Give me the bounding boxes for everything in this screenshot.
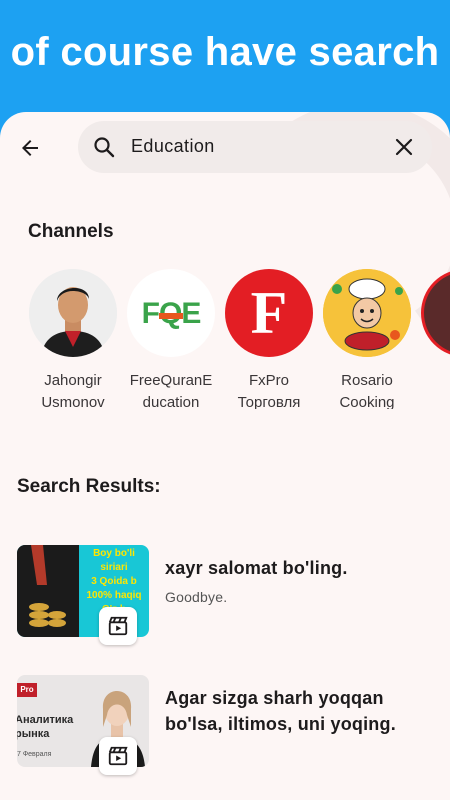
- channel-item[interactable]: FQE FreeQuranE ducation: [125, 269, 217, 409]
- video-clip-icon: [108, 746, 128, 766]
- video-type-badge: [99, 607, 137, 645]
- fxpro-logo: F: [250, 280, 288, 346]
- channel-name: Jahongir Usmonov: [41, 372, 105, 409]
- search-results-heading: Search Results:: [17, 476, 161, 497]
- chef-cartoon-image: [323, 269, 411, 357]
- channel-avatar: F: [225, 269, 313, 357]
- channel-name: Rosario Cooking: [339, 372, 395, 409]
- search-result-item[interactable]: Boy bo'li siriari 3 Qoida b 100% haqiq O…: [17, 545, 437, 645]
- arrow-left-icon: [22, 140, 38, 156]
- channel-name: FreeQuranE ducation: [129, 372, 213, 409]
- channel-avatar: [29, 269, 117, 357]
- promo-banner: of course have search: [0, 0, 450, 115]
- channel-item[interactable]: [419, 269, 450, 357]
- channel-item[interactable]: Rosario Cooking: [321, 269, 413, 409]
- channels-list: Jahongir Usmonov FQE FreeQuranE ducation…: [27, 269, 450, 409]
- channel-avatar: [421, 269, 450, 357]
- video-clip-icon: [108, 616, 128, 636]
- channel-avatar: FQE: [127, 269, 215, 357]
- channel-name: FxPro Торговля: [237, 372, 301, 409]
- banner-title: of course have search: [10, 30, 440, 74]
- channel-item[interactable]: Jahongir Usmonov: [27, 269, 119, 409]
- video-type-badge: [99, 737, 137, 775]
- search-bar[interactable]: Education: [78, 121, 432, 173]
- back-button[interactable]: [14, 132, 46, 164]
- channels-heading: Channels: [28, 221, 114, 242]
- person-avatar-image: [29, 269, 117, 357]
- search-result-item[interactable]: Pro Аналитика рынка 7 Февраля Agar sizga…: [17, 675, 437, 775]
- close-icon[interactable]: [392, 135, 416, 159]
- result-subtitle: Goodbye.: [165, 589, 228, 605]
- channel-avatar: [323, 269, 411, 357]
- result-title: Agar sizga sharh yoqqan bo'lsa, iltimos,…: [165, 688, 396, 734]
- app-screen: Education Channels Jahongir Usmonov Free…: [0, 112, 450, 800]
- result-title: xayr salomat bo'ling.: [165, 558, 348, 578]
- search-icon: [94, 137, 115, 158]
- channel-item[interactable]: F FxPro Торговля: [223, 269, 315, 409]
- search-input[interactable]: Education: [131, 136, 215, 157]
